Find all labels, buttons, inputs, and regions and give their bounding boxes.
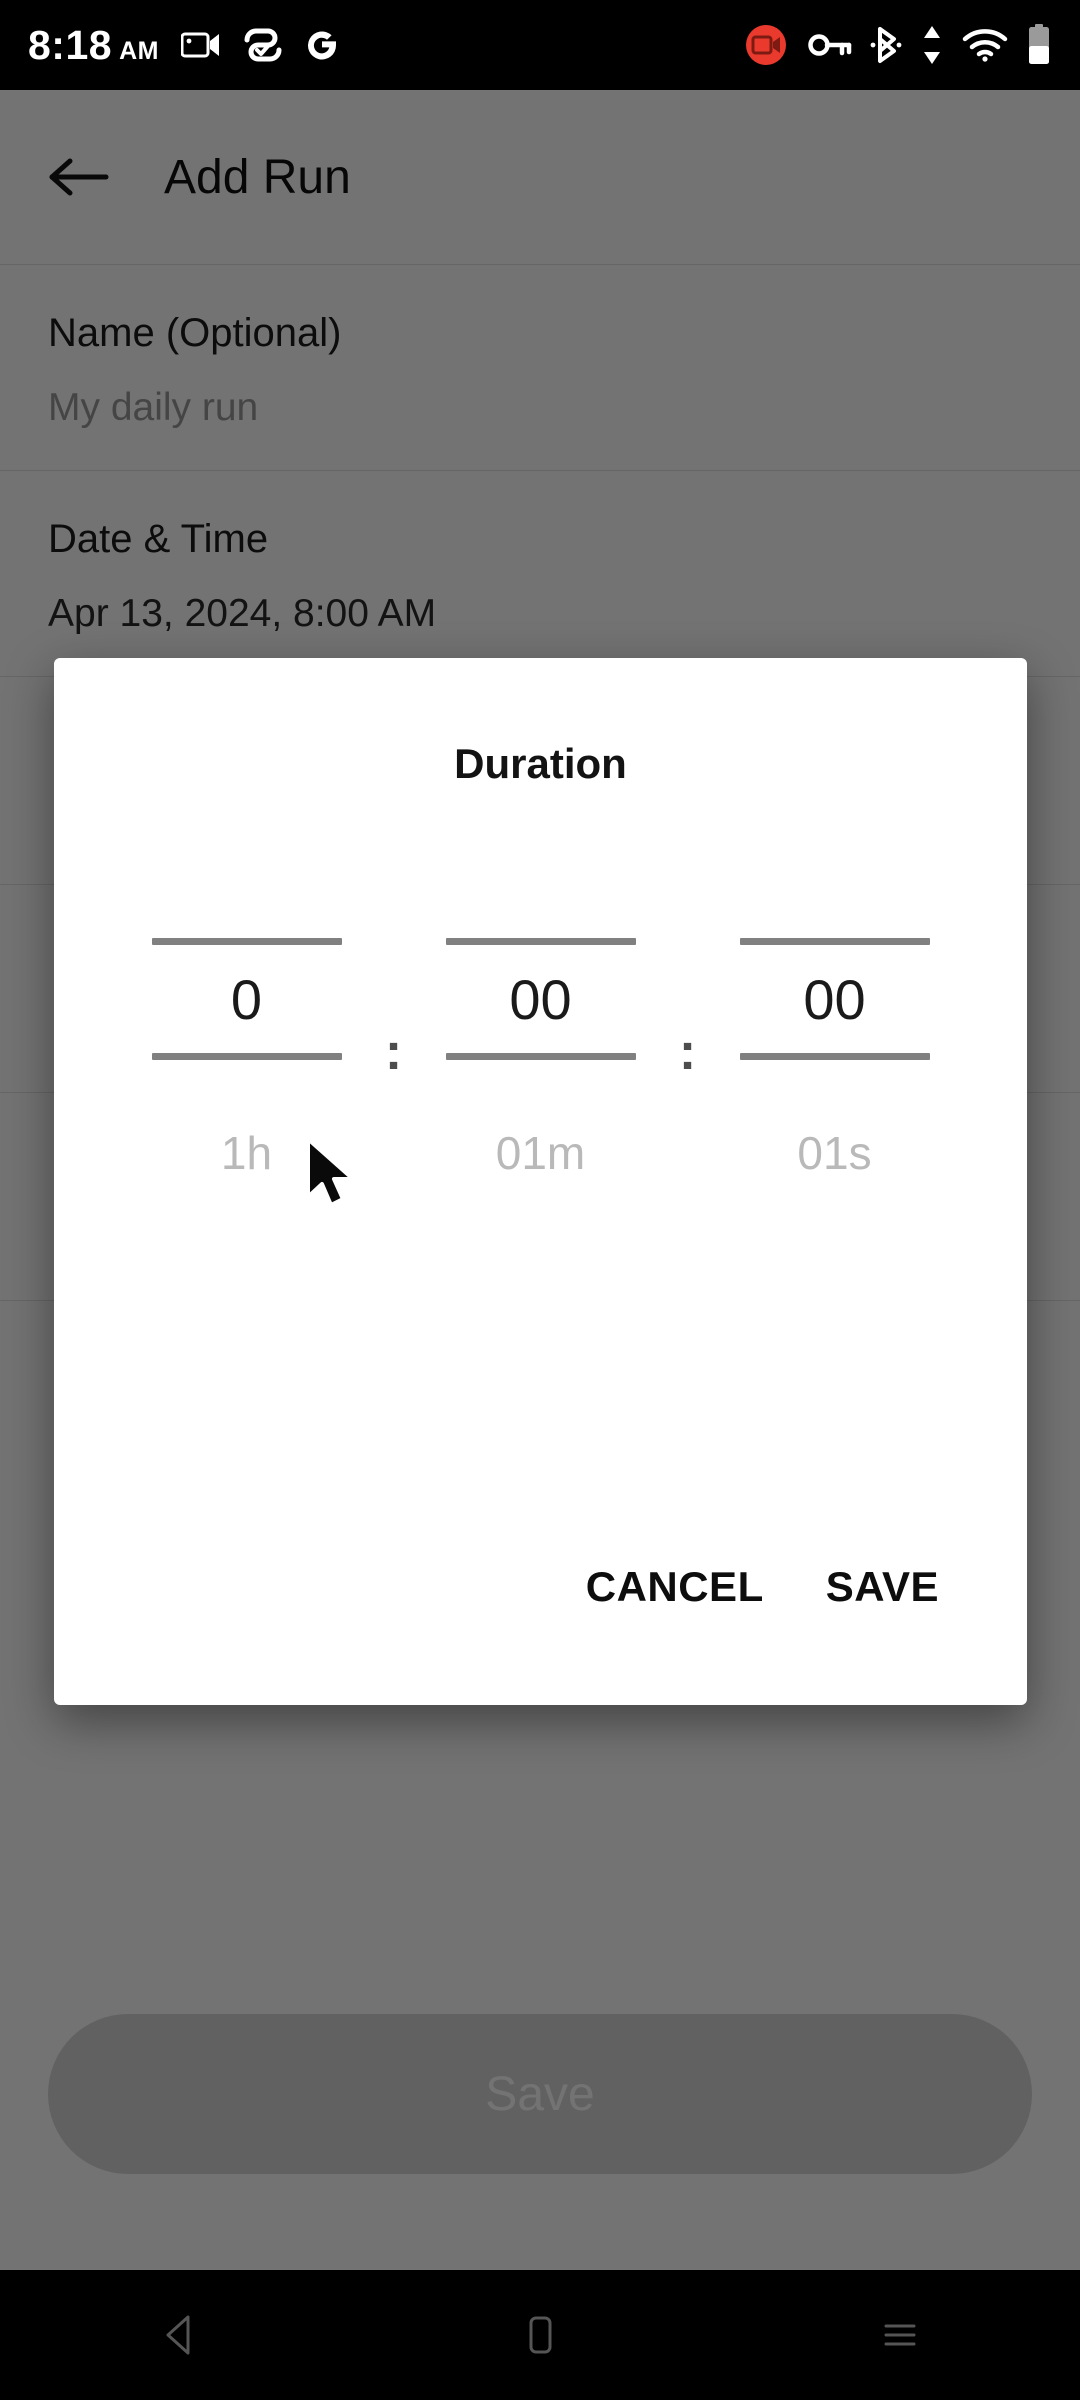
vpn-shield-icon <box>243 28 283 62</box>
seconds-top-divider <box>739 938 930 945</box>
clock-time: 8:18 <box>28 21 113 68</box>
key-icon <box>808 32 852 58</box>
hours-top-divider <box>151 938 342 945</box>
picker-column-hours[interactable]: 0 1h <box>123 938 371 1180</box>
nav-recents-lines-icon <box>884 2324 916 2346</box>
dialog-title: Duration <box>454 740 627 787</box>
status-bar-left: 8:18 AM <box>28 22 339 69</box>
seconds-bottom-divider <box>739 1053 930 1060</box>
nav-back-triangle-icon <box>166 2315 190 2355</box>
dialog-save-button[interactable]: SAVE <box>826 1563 939 1611</box>
minutes-value[interactable]: 00 <box>417 945 665 1053</box>
status-bar: 8:18 AM <box>0 0 1080 90</box>
dialog-cancel-button[interactable]: CANCEL <box>586 1563 764 1611</box>
navigation-bar <box>0 2270 1080 2400</box>
picker-separator-1: : <box>384 1023 403 1081</box>
nav-home-button[interactable] <box>480 2275 600 2395</box>
duration-dialog: Duration 0 1h : 00 01m : 00 01s CANCEL S… <box>54 658 1027 1705</box>
minutes-bottom-divider <box>445 1053 636 1060</box>
nav-recents-button[interactable] <box>840 2275 960 2395</box>
google-icon <box>305 27 339 63</box>
clock-meridiem: AM <box>119 36 159 65</box>
phone-screen: 8:18 AM Duration 0 1h: 00 01m: 00 01s … <box>0 0 1080 2400</box>
screen-record-icon <box>180 30 221 60</box>
picker-column-minutes[interactable]: 00 01m <box>417 938 665 1180</box>
picker-separator-2: : <box>678 1023 697 1081</box>
hours-unit-label: 1h <box>220 1127 273 1179</box>
wifi-icon <box>962 28 1008 62</box>
minutes-unit-label: 01m <box>495 1127 586 1179</box>
battery-icon <box>1026 24 1052 66</box>
dialog-actions: CANCEL SAVE <box>54 1563 1027 1705</box>
picker-column-seconds[interactable]: 00 01s <box>711 938 959 1180</box>
status-bar-right <box>742 21 1052 69</box>
minutes-top-divider <box>445 938 636 945</box>
bluetooth-icon <box>870 25 902 65</box>
duration-picker: 0 1h : 00 01m : 00 01s <box>54 938 1027 1180</box>
nav-back-button[interactable] <box>120 2275 240 2395</box>
nav-home-square-icon <box>529 2316 552 2354</box>
screen-record-active-icon <box>742 21 790 69</box>
seconds-value[interactable]: 00 <box>711 945 959 1053</box>
data-transfer-icon <box>920 24 944 66</box>
status-bar-clock: 8:18 AM <box>28 22 159 69</box>
hours-value[interactable]: 0 <box>123 945 371 1053</box>
hours-bottom-divider <box>151 1053 342 1060</box>
seconds-unit-label: 01s <box>797 1127 872 1179</box>
